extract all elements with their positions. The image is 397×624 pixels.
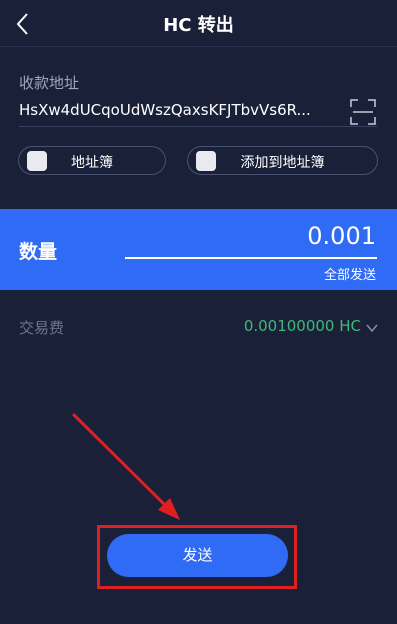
address-label: 收款地址: [19, 74, 80, 92]
amount-panel: 数量 0.001 全部发送: [0, 209, 397, 290]
address-input[interactable]: HsXw4dUCqoUdWszQaxsKFJTbvVs6R...: [19, 101, 337, 119]
scan-icon[interactable]: [350, 99, 376, 125]
address-underline: [19, 126, 377, 127]
navigation-bar: HC 转出: [0, 0, 397, 47]
add-to-address-book-button[interactable]: 添加到地址簿: [187, 146, 378, 175]
chevron-down-icon[interactable]: [365, 321, 379, 335]
amount-label: 数量: [19, 241, 58, 263]
add-to-address-book-label: 添加到地址簿: [240, 155, 325, 171]
send-all-link[interactable]: 全部发送: [324, 264, 376, 283]
amount-input[interactable]: 0.001: [307, 222, 376, 250]
page-title: HC 转出: [163, 15, 234, 36]
address-book-label: 地址簿: [71, 155, 113, 171]
send-button[interactable]: 发送: [107, 534, 288, 577]
amount-underline: [125, 257, 377, 259]
fee-label: 交易费: [19, 319, 65, 337]
address-book-button[interactable]: 地址簿: [18, 146, 166, 175]
fee-selector[interactable]: 0.00100000 HC: [244, 317, 361, 335]
